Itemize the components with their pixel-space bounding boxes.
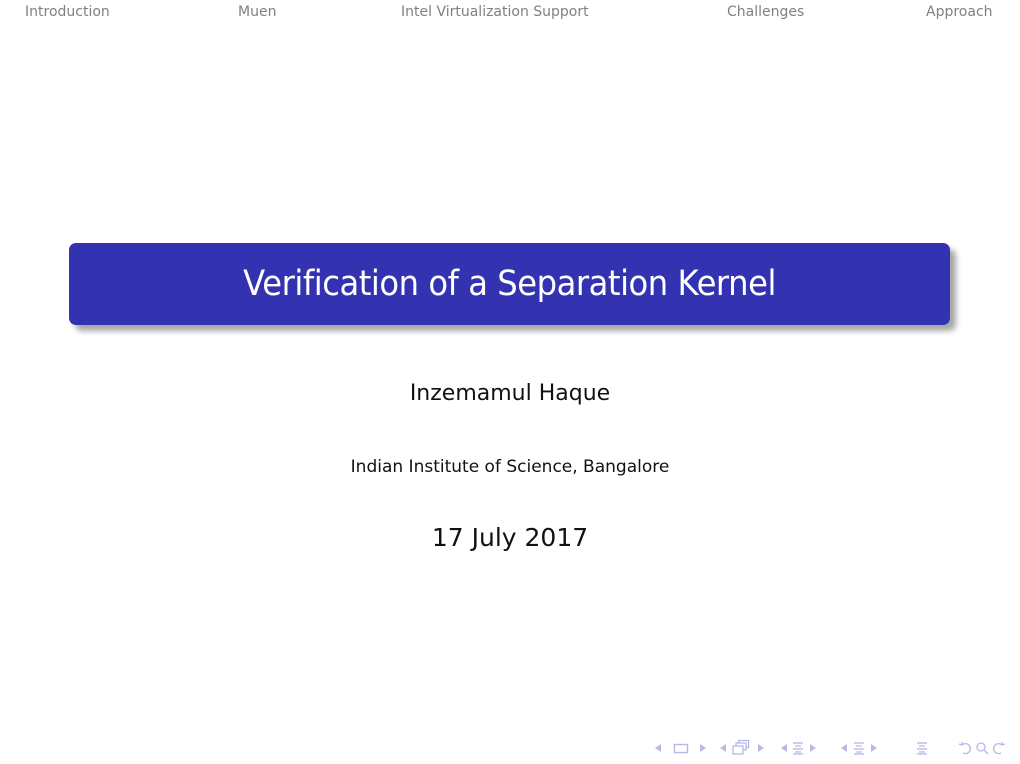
presentation-date: 17 July 2017 xyxy=(431,523,589,552)
nav-section-approach[interactable]: Approach xyxy=(926,4,993,20)
nav-section-introduction[interactable]: Introduction xyxy=(25,4,110,20)
beamer-navigation-symbols xyxy=(640,738,1020,758)
back-icon[interactable] xyxy=(957,738,973,758)
subsection-next-icon[interactable] xyxy=(756,738,766,758)
title-box: Verification of a Separation Kernel xyxy=(69,243,950,325)
section-icon[interactable] xyxy=(791,738,805,758)
subsection-icon[interactable] xyxy=(730,738,752,758)
nav-section-intel-virtualization-support[interactable]: Intel Virtualization Support xyxy=(401,4,589,20)
presentation-title: Verification of a Separation Kernel xyxy=(243,264,776,304)
section-next-icon[interactable] xyxy=(808,738,818,758)
subsection-prev-2-icon[interactable] xyxy=(839,738,849,758)
section-prev-icon[interactable] xyxy=(779,738,789,758)
search-icon[interactable] xyxy=(975,738,989,758)
nav-section-muen[interactable]: Muen xyxy=(238,4,276,20)
institute-name: Indian Institute of Science, Bangalore xyxy=(350,457,670,477)
subsection-next-2-icon[interactable] xyxy=(869,738,879,758)
author-name: Inzemamul Haque xyxy=(409,381,611,406)
frame-next-icon[interactable] xyxy=(698,738,708,758)
forward-icon[interactable] xyxy=(991,738,1007,758)
frame-prev-icon[interactable] xyxy=(653,738,663,758)
section-navigation-bar: Introduction Muen Intel Virtualization S… xyxy=(0,0,1020,26)
subsection-prev-icon[interactable] xyxy=(718,738,728,758)
subsection-2-icon[interactable] xyxy=(852,738,866,758)
document-icon[interactable] xyxy=(915,738,929,758)
frame-icon[interactable] xyxy=(672,738,690,758)
nav-section-challenges[interactable]: Challenges xyxy=(727,4,804,20)
